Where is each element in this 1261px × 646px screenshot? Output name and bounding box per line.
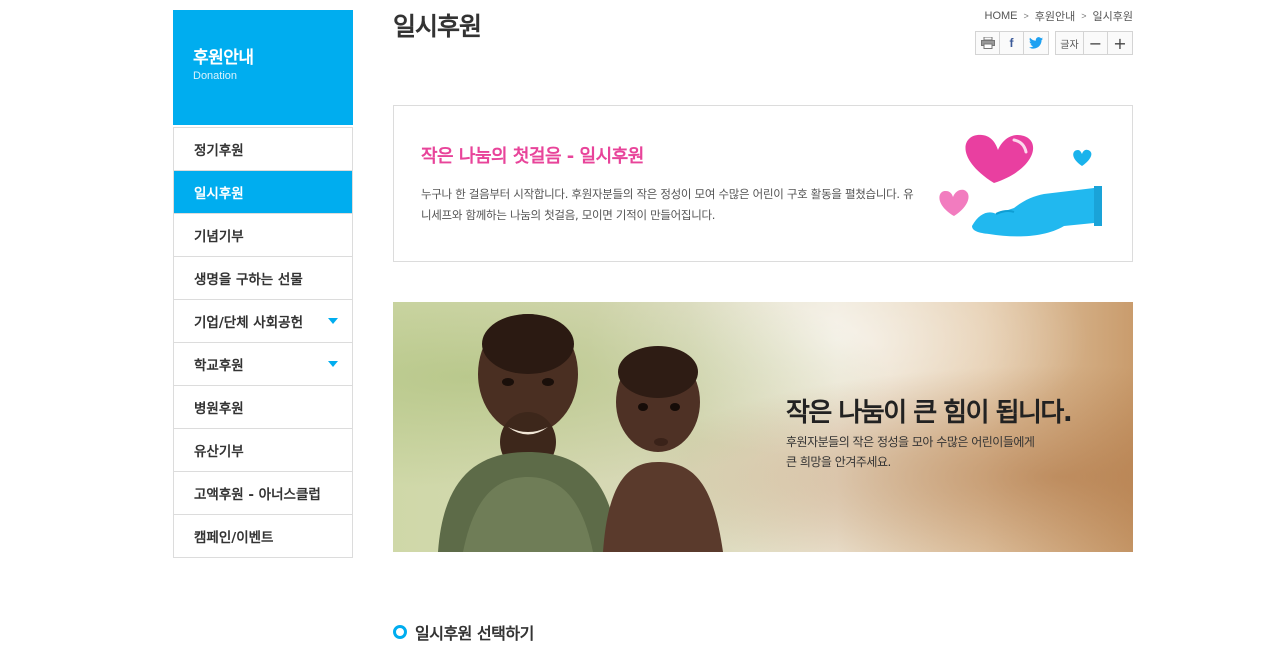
facebook-share-button[interactable]: f <box>1000 32 1024 54</box>
sidebar-item-one-time-donation[interactable]: 일시후원 <box>174 171 352 214</box>
sidebar-item-label: 캠페인/이벤트 <box>194 530 274 546</box>
sidebar-item-label: 기업/단체 사회공헌 <box>194 315 303 331</box>
page-tools: f 글자 − + <box>975 31 1133 55</box>
sidebar-item-regular-donation[interactable]: 정기후원 <box>174 128 352 171</box>
breadcrumb-home[interactable]: HOME <box>985 10 1018 22</box>
breadcrumb-donation[interactable]: 후원안내 <box>1035 8 1075 24</box>
chevron-right-icon: > <box>1081 11 1087 21</box>
sidebar-item-school[interactable]: 학교후원 <box>174 343 352 386</box>
chevron-down-icon <box>328 361 338 367</box>
sidebar-item-campaign[interactable]: 캠페인/이벤트 <box>174 515 352 558</box>
text-size-decrease-button[interactable]: − <box>1084 32 1108 54</box>
section-title-text: 일시후원 선택하기 <box>415 624 534 643</box>
banner-subtitle-line-1: 후원자분들의 작은 정성을 모아 수많은 어린이들에게 <box>786 435 1035 449</box>
page-title: 일시후원 <box>393 12 482 41</box>
chevron-right-icon: > <box>1023 11 1029 21</box>
sidebar-item-label: 학교후원 <box>194 358 244 374</box>
facebook-icon: f <box>1009 36 1014 50</box>
section-title: 일시후원 선택하기 <box>393 620 534 644</box>
sidebar-item-label: 유산기부 <box>194 444 244 460</box>
sidebar-item-honors-club[interactable]: 고액후원 - 아너스클럽 <box>174 472 352 515</box>
sidebar-item-label: 일시후원 <box>194 186 244 202</box>
twitter-share-button[interactable] <box>1024 32 1048 54</box>
sidebar: 후원안내 Donation 정기후원 일시후원 기념기부 생명을 구하는 선물 … <box>173 10 353 558</box>
text-size-tools: 글자 − + <box>1055 31 1133 55</box>
intro-heading: 작은 나눔의 첫걸음 - 일시후원 <box>421 146 644 167</box>
circle-bullet-icon <box>393 625 407 639</box>
hand-with-hearts-icon <box>939 134 1102 237</box>
sidebar-menu: 정기후원 일시후원 기념기부 생명을 구하는 선물 기업/단체 사회공헌 학교후… <box>173 127 353 558</box>
sidebar-item-legacy[interactable]: 유산기부 <box>174 429 352 472</box>
print-button[interactable] <box>976 32 1000 54</box>
sidebar-item-life-saving-gift[interactable]: 생명을 구하는 선물 <box>174 257 352 300</box>
text-size-increase-button[interactable]: + <box>1108 32 1132 54</box>
printer-icon <box>980 37 995 49</box>
breadcrumb: HOME > 후원안내 > 일시후원 <box>985 8 1134 24</box>
hero-banner: 작은 나눔이 큰 힘이 됩니다. 후원자분들의 작은 정성을 모아 수많은 어린… <box>393 302 1133 552</box>
chevron-down-icon <box>328 318 338 324</box>
sidebar-item-label: 병원후원 <box>194 401 244 417</box>
sidebar-item-label: 정기후원 <box>194 143 244 159</box>
sidebar-title: 후원안내 <box>193 48 254 68</box>
sidebar-subtitle: Donation <box>193 70 238 82</box>
sidebar-item-corporate[interactable]: 기업/단체 사회공헌 <box>174 300 352 343</box>
banner-subtitle: 후원자분들의 작은 정성을 모아 수많은 어린이들에게 큰 희망을 안겨주세요. <box>786 432 1035 472</box>
banner-title: 작은 나눔이 큰 힘이 됩니다. <box>786 398 1073 428</box>
sidebar-item-label: 고액후원 - 아너스클럽 <box>194 487 321 503</box>
share-tools: f <box>975 31 1049 55</box>
sidebar-item-hospital[interactable]: 병원후원 <box>174 386 352 429</box>
intro-box: 작은 나눔의 첫걸음 - 일시후원 누구나 한 걸음부터 시작합니다. 후원자분… <box>393 105 1133 262</box>
twitter-icon <box>1029 37 1043 49</box>
sidebar-header: 후원안내 Donation <box>173 10 353 125</box>
sidebar-item-memorial-donation[interactable]: 기념기부 <box>174 214 352 257</box>
banner-subtitle-line-2: 큰 희망을 안겨주세요. <box>786 455 891 469</box>
sidebar-item-label: 생명을 구하는 선물 <box>194 272 303 288</box>
text-size-label: 글자 <box>1056 32 1084 54</box>
breadcrumb-current: 일시후원 <box>1092 11 1133 23</box>
sidebar-item-label: 기념기부 <box>194 229 244 245</box>
children-photo <box>438 314 723 552</box>
intro-body: 누구나 한 걸음부터 시작합니다. 후원자분들의 작은 정성이 모여 수많은 어… <box>421 187 914 222</box>
